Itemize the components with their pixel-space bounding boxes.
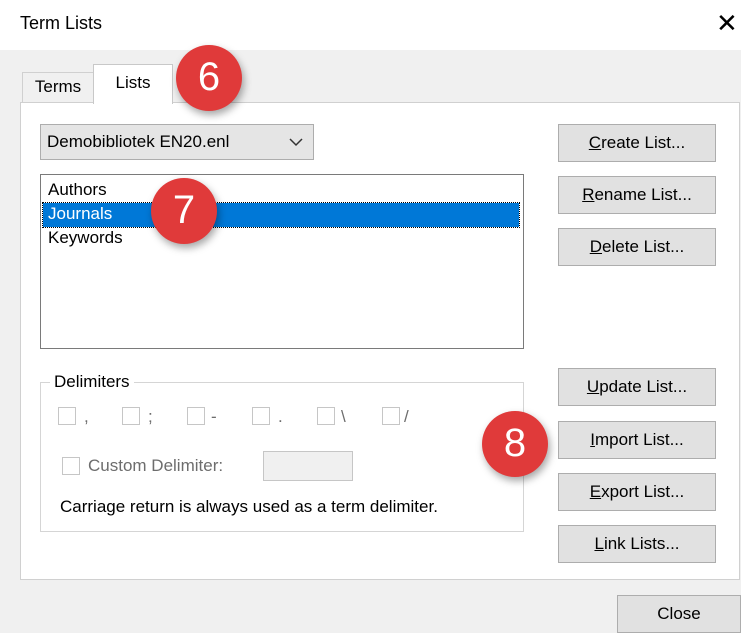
close-button[interactable]: Close [617, 595, 741, 633]
update-list-button[interactable]: Update List... [558, 368, 716, 406]
create-list-button[interactable]: Create List... [558, 124, 716, 162]
delimiter-semicolon-checkbox[interactable] [122, 407, 140, 425]
close-window-icon[interactable]: ✕ [716, 8, 738, 38]
custom-delimiter-checkbox[interactable] [62, 457, 80, 475]
title-bar: Term Lists ✕ [0, 0, 741, 50]
delimiter-slash-label: / [404, 407, 409, 426]
callout-badge-8: 8 [482, 411, 548, 477]
delimiter-hyphen-checkbox[interactable] [187, 407, 205, 425]
chevron-down-icon [289, 125, 303, 159]
delimiter-comma-label: , [84, 407, 89, 426]
export-list-button[interactable]: Export List... [558, 473, 716, 511]
list-item-keywords[interactable]: Keywords [43, 227, 519, 251]
delimiter-note: Carriage return is always used as a term… [60, 497, 438, 516]
delimiter-slash-checkbox[interactable] [382, 407, 400, 425]
delimiter-period-label: . [278, 407, 283, 426]
custom-delimiter-input[interactable] [263, 451, 353, 481]
library-select[interactable]: Demobibliotek EN20.enl [40, 124, 314, 160]
delimiter-backslash-checkbox[interactable] [317, 407, 335, 425]
delimiters-legend: Delimiters [50, 372, 134, 392]
tab-terms[interactable]: Terms [22, 72, 94, 102]
import-list-button[interactable]: Import List... [558, 421, 716, 459]
tab-lists[interactable]: Lists [93, 64, 173, 104]
callout-badge-6: 6 [176, 45, 242, 111]
custom-delimiter-label: Custom Delimiter: [88, 456, 224, 475]
list-item-authors[interactable]: Authors [43, 179, 519, 203]
library-select-value: Demobibliotek EN20.enl [47, 132, 230, 151]
link-lists-button[interactable]: Link Lists... [558, 525, 716, 563]
delimiter-semicolon-label: ; [148, 407, 153, 426]
rename-list-button[interactable]: Rename List... [558, 176, 716, 214]
list-item-journals[interactable]: Journals [42, 202, 520, 228]
window-title: Term Lists [20, 13, 103, 33]
term-lists-listbox[interactable]: Authors Journals Keywords [40, 174, 524, 349]
delimiter-period-checkbox[interactable] [252, 407, 270, 425]
delimiter-backslash-label: \ [341, 407, 346, 426]
delimiter-comma-checkbox[interactable] [58, 407, 76, 425]
delete-list-button[interactable]: Delete List... [558, 228, 716, 266]
delimiter-hyphen-label: - [211, 407, 217, 426]
callout-badge-7: 7 [151, 178, 217, 244]
